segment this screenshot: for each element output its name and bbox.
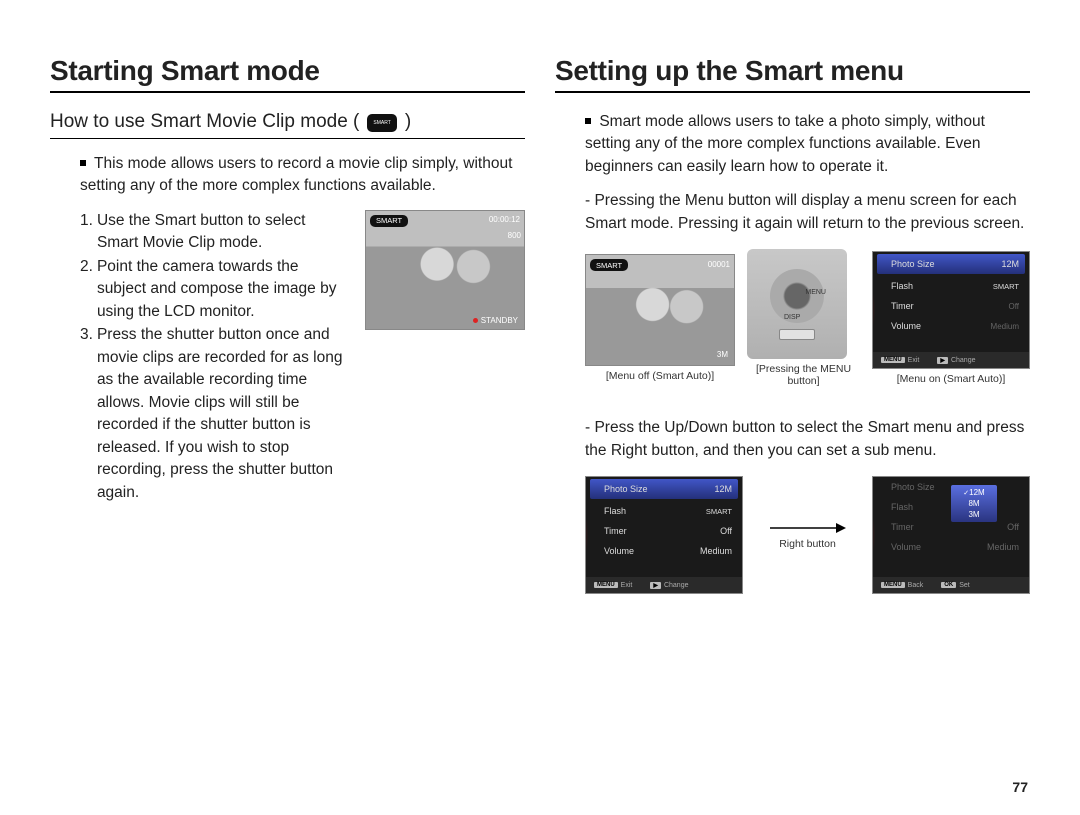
page-number: 77 — [1012, 779, 1028, 795]
bullet-icon — [585, 118, 591, 124]
menu-footer: MENUExit ▶Change — [873, 352, 1029, 368]
steps-and-screen: 1. Use the Smart button to select Smart … — [50, 210, 525, 505]
menu-off-topbar: SMART 00001 — [586, 255, 734, 273]
dial-disp-label: DISP — [784, 314, 800, 321]
intro-para: This mode allows users to record a movie… — [50, 153, 525, 198]
menu-row-2: Photo Size 12M Flash SMART Timer Off Vol… — [555, 476, 1030, 594]
menu-footer-3: MENUBack OKSet — [873, 577, 1029, 593]
right-arrow-block: Right button — [763, 521, 853, 550]
menu-row-volume: Volume Medium — [873, 316, 1029, 336]
camera-button — [779, 329, 815, 340]
submenu-right: Photo Size Flash Timer Off Volume Medium — [872, 476, 1030, 594]
menu-row-timer-2: Timer Off — [586, 521, 742, 541]
menu-off-caption: [Menu off (Smart Auto)] — [585, 370, 735, 382]
menu-row-photosize: Photo Size 12M — [877, 254, 1025, 274]
arrow-right-icon — [768, 521, 848, 535]
menu-row-photosize-2: Photo Size 12M — [590, 479, 738, 499]
manual-page: Starting Smart mode How to use Smart Mov… — [0, 0, 1080, 815]
left-column: Starting Smart mode How to use Smart Mov… — [50, 55, 525, 785]
menu-row-timer: Timer Off — [873, 296, 1029, 316]
dial-menu-label: MENU — [805, 289, 826, 296]
bullet-icon — [80, 160, 86, 166]
submenu-opt-0: 12M — [951, 487, 997, 498]
camera-back-icon: MENU DISP — [747, 249, 847, 359]
lcd-time: 00:00:12 — [489, 215, 520, 224]
smart-chip-icon: SMART — [367, 114, 396, 132]
movie-lcd-mock: SMART 00:00:12 800 STANDBY — [365, 210, 525, 330]
menu-glow-icon — [873, 252, 881, 368]
step-1: 1. Use the Smart button to select Smart … — [80, 210, 351, 255]
submenu-panel: 12M 8M 3M — [951, 485, 997, 522]
menu-row-flash-2: Flash SMART — [586, 501, 742, 521]
pressing-caption: [Pressing the MENU button] — [747, 363, 860, 387]
submenu-opt-1: 8M — [951, 498, 997, 509]
menu-off-res: 3M — [717, 350, 728, 359]
left-title: Starting Smart mode — [50, 55, 525, 93]
menu-footer-2: MENUExit ▶Change — [586, 577, 742, 593]
right-dash2: - Press the Up/Down button to select the… — [555, 417, 1030, 462]
subhead-text: How to use Smart Movie Clip mode ( — [50, 111, 359, 133]
smart-icon: SMART — [590, 259, 628, 271]
right-column: Setting up the Smart menu Smart mode all… — [555, 55, 1030, 785]
frame-count: 00001 — [708, 260, 730, 269]
lcd-res: 800 — [508, 231, 521, 240]
lcd-smart-icon: SMART — [370, 215, 408, 227]
right-button-label: Right button — [779, 538, 836, 550]
menu-on-block: Photo Size 12M Flash SMART Timer Off Vol… — [872, 251, 1030, 385]
right-dash1: - Pressing the Menu button will display … — [555, 190, 1030, 235]
menu-off-screen: SMART 00001 3M — [585, 254, 735, 366]
nav-dial-icon: MENU DISP — [770, 269, 824, 323]
menu-row-volume-3: Volume Medium — [873, 537, 1029, 557]
submenu-left-screen: Photo Size 12M Flash SMART Timer Off Vol… — [585, 476, 743, 594]
submenu-right-screen: Photo Size Flash Timer Off Volume Medium — [872, 476, 1030, 594]
left-subhead: How to use Smart Movie Clip mode ( SMART… — [50, 111, 525, 139]
menu-on-caption: [Menu on (Smart Auto)] — [872, 373, 1030, 385]
menu-glow-icon — [586, 477, 594, 593]
camera-block: MENU DISP [Pressing the MENU button] — [747, 249, 860, 387]
intro-text: This mode allows users to record a movie… — [80, 155, 512, 194]
menu-on-screen: Photo Size 12M Flash SMART Timer Off Vol… — [872, 251, 1030, 369]
menu-glow-icon — [873, 477, 881, 593]
step-2: 2. Point the camera towards the subject … — [80, 256, 351, 323]
submenu-left: Photo Size 12M Flash SMART Timer Off Vol… — [585, 476, 743, 594]
menu-row-volume-2: Volume Medium — [586, 541, 742, 561]
step-3: 3. Press the shutter button once and mov… — [80, 324, 351, 504]
menu-row-flash: Flash SMART — [873, 276, 1029, 296]
right-title: Setting up the Smart menu — [555, 55, 1030, 93]
steps-list: 1. Use the Smart button to select Smart … — [50, 210, 351, 505]
subhead-tail: ) — [405, 111, 411, 133]
lcd-topbar: SMART 00:00:12 — [366, 211, 524, 229]
lcd-standby: STANDBY — [473, 316, 518, 325]
menu-row-1: SMART 00001 3M [Menu off (Smart Auto)] M… — [555, 249, 1030, 387]
right-intro: Smart mode allows users to take a photo … — [555, 111, 1030, 178]
submenu-opt-2: 3M — [951, 509, 997, 520]
menu-off-block: SMART 00001 3M [Menu off (Smart Auto)] — [585, 254, 735, 382]
